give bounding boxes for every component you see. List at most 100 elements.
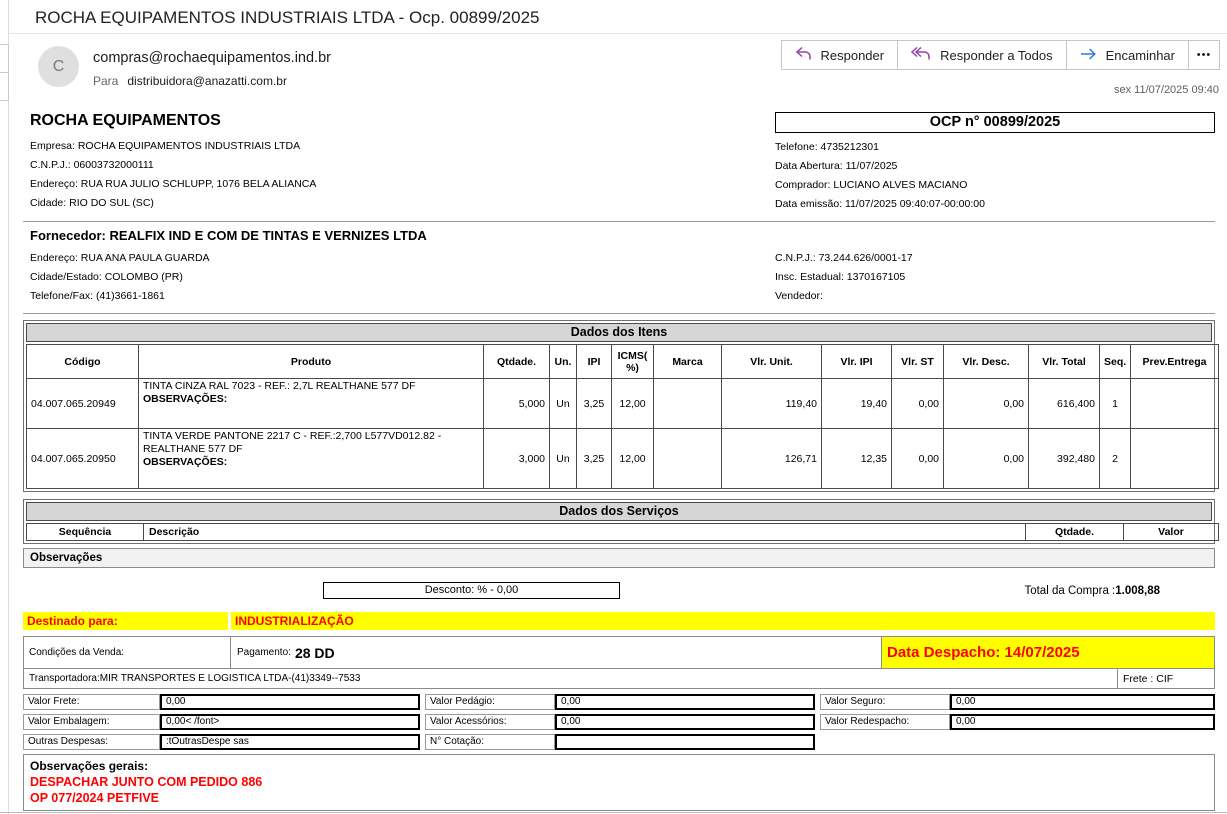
reply-all-button[interactable]: Responder a Todos [897, 40, 1067, 70]
valor-seguro-label: Valor Seguro: [820, 694, 950, 710]
item-prev-entrega [1131, 379, 1219, 429]
reply-button[interactable]: Responder [781, 40, 899, 70]
general-notes-line: OP 077/2024 PETFIVE [30, 790, 1208, 806]
supplier-info: Fornecedor: REALFIX IND E COM DE TINTAS … [23, 228, 427, 306]
item-produto: TINTA VERDE PANTONE 2217 C - REF.:2,700 … [139, 429, 484, 489]
outras-despesas-value: :tOutrasDespe sas [160, 734, 420, 750]
order-telefone: Telefone: 4735212301 [775, 138, 1215, 157]
valor-pedagio-value: 0,00 [555, 694, 815, 710]
col-prev-entrega: Prev.Entrega [1131, 345, 1219, 379]
left-pane-fragment [0, 44, 9, 73]
destination-value: INDUSTRIALIZAÇÃO [231, 612, 1215, 630]
more-actions-button[interactable]: ••• [1188, 40, 1220, 70]
email-timestamp: sex 11/07/2025 09:40 [1114, 84, 1219, 96]
valor-frete-label: Valor Frete: [23, 694, 160, 710]
reply-button-label: Responder [821, 48, 885, 63]
destination-row: Destinado para: INDUSTRIALIZAÇÃO [23, 612, 1215, 630]
recipient-address[interactable]: distribuidora@anazatti.com.br [127, 74, 287, 88]
services-section-title: Dados dos Serviços [26, 502, 1212, 521]
sale-conditions-row: Condições da Venda: Pagamento: 28 DD Dat… [24, 637, 1214, 668]
item-un: Un [550, 379, 577, 429]
order-info: OCP n° 00899/2025 Telefone: 4735212301 D… [775, 112, 1215, 214]
item-vlr-unit: 119,40 [722, 379, 822, 429]
supplier-cidade-estado: Cidade/Estado: COLOMBO (PR) [30, 268, 427, 287]
condicoes-venda-label: Condições da Venda: [24, 637, 231, 668]
col-seq: Seq. [1100, 345, 1131, 379]
avatar[interactable]: C [38, 46, 79, 87]
col-ipi: IPI [577, 345, 612, 379]
item-vlr-total: 392,480 [1029, 429, 1100, 489]
payment-label: Pagamento: [237, 647, 291, 658]
item-vlr-st: 0,00 [892, 429, 944, 489]
order-data-emissao: Data emissão: 11/07/2025 09:40:07-00:00:… [775, 195, 1215, 214]
item-produto: TINTA CINZA RAL 7023 - REF.: 2,7L REALTH… [139, 379, 484, 429]
valor-acessorios-label: Valor Acessórios: [425, 714, 555, 730]
freight-cell: Frete : CIF [1117, 669, 1214, 688]
forward-button[interactable]: Encaminhar [1066, 40, 1189, 70]
header-divider [10, 33, 1227, 34]
item-codigo: 04.007.065.20950 [27, 429, 139, 489]
col-vlr-ipi: Vlr. IPI [822, 345, 892, 379]
outras-despesas-label: Outras Despesas: [23, 734, 160, 750]
services-header-row: Sequência Descrição Qtdade. Valor [27, 524, 1219, 541]
col-vlr-unit: Vlr. Unit. [722, 345, 822, 379]
col-un: Un. [550, 345, 577, 379]
item-vlr-ipi: 19,40 [822, 379, 892, 429]
item-marca [654, 429, 722, 489]
supplier-cnpj: C.N.P.J.: 73.244.626/0001-17 [775, 249, 1215, 268]
valor-seguro-value: 0,00 [950, 694, 1215, 710]
col-marca: Marca [654, 345, 722, 379]
item-qtdade: 5,000 [484, 379, 550, 429]
item-observacoes-label: OBSERVAÇÕES: [143, 393, 479, 406]
pane-divider [8, 0, 9, 814]
valor-acessorios-value: 0,00 [555, 714, 815, 730]
numero-cotacao-label: N° Cotação: [425, 734, 555, 750]
supplier-header: Fornecedor: REALFIX IND E COM DE TINTAS … [23, 228, 1215, 306]
item-seq: 2 [1100, 429, 1131, 489]
buyer-info: ROCHA EQUIPAMENTOS Empresa: ROCHA EQUIPA… [23, 112, 316, 214]
item-vlr-ipi: 12,35 [822, 429, 892, 489]
items-header-row: Código Produto Qtdade. Un. IPI ICMS(%) M… [27, 345, 1219, 379]
dispatch-date-highlight: Data Despacho: 14/07/2025 [881, 637, 1214, 668]
purchase-order-document: ROCHA EQUIPAMENTOS Empresa: ROCHA EQUIPA… [23, 112, 1215, 814]
col-vlr-desc: Vlr. Desc. [944, 345, 1029, 379]
col-codigo: Código [27, 345, 139, 379]
more-actions-icon: ••• [1197, 49, 1212, 61]
reply-all-icon [911, 46, 931, 64]
buyer-company-title: ROCHA EQUIPAMENTOS [30, 112, 316, 130]
observacoes-bar: Observações [23, 548, 1215, 568]
item-row: 04.007.065.20950 TINTA VERDE PANTONE 221… [27, 429, 1219, 489]
general-notes-title: Observações gerais: [30, 758, 1208, 774]
items-section: Dados dos Itens Código Produto Qtdade. U… [23, 320, 1215, 492]
col-icms: ICMS(%) [612, 345, 654, 379]
services-section: Dados dos Serviços Sequência Descrição Q… [23, 499, 1215, 544]
item-produto-desc: TINTA CINZA RAL 7023 - REF.: 2,7L REALTH… [143, 380, 416, 392]
general-notes-line: DESPACHAR JUNTO COM PEDIDO 886 [30, 774, 1208, 790]
item-marca [654, 379, 722, 429]
page-bottom-edge [0, 812, 1227, 813]
total-value: 1.008,88 [1115, 585, 1160, 597]
buyer-cnpj: C.N.P.J.: 06003732000111 [30, 156, 316, 175]
services-table: Sequência Descrição Qtdade. Valor [26, 523, 1219, 541]
charges-row: Valor Frete: 0,00 Valor Pedágio: 0,00 Va… [23, 694, 1215, 710]
reply-icon [795, 46, 812, 64]
carrier-cell: Transportadora:MIR TRANSPORTES E LOGISTI… [24, 669, 1117, 688]
to-label: Para [93, 74, 118, 88]
supplier-vendedor: Vendedor: [775, 287, 1215, 306]
totals-row: Desconto: % - 0,00 Total da Compra :1.00… [23, 582, 1215, 603]
ocp-number-box: OCP n° 00899/2025 [775, 112, 1215, 133]
valor-embalagem-label: Valor Embalagem: [23, 714, 160, 730]
mail-action-bar: Responder Responder a Todos Encaminhar •… [781, 40, 1221, 70]
item-vlr-st: 0,00 [892, 379, 944, 429]
reply-all-button-label: Responder a Todos [940, 48, 1053, 63]
numero-cotacao-value [555, 734, 815, 750]
buyer-endereco: Endereço: RUA RUA JULIO SCHLUPP, 1076 BE… [30, 175, 316, 194]
sale-conditions-box: Condições da Venda: Pagamento: 28 DD Dat… [23, 636, 1215, 689]
item-produto-desc: TINTA VERDE PANTONE 2217 C - REF.:2,700 … [143, 430, 441, 455]
forward-icon [1080, 47, 1097, 64]
valor-embalagem-value: 0,00< /font> [160, 714, 420, 730]
supplier-endereco: Endereço: RUA ANA PAULA GUARDA [30, 249, 427, 268]
sender-address[interactable]: compras@rochaequipamentos.ind.br [93, 50, 331, 66]
general-notes-box: Observações gerais: DESPACHAR JUNTO COM … [23, 754, 1215, 811]
valor-redespacho-label: Valor Redespacho: [820, 714, 950, 730]
